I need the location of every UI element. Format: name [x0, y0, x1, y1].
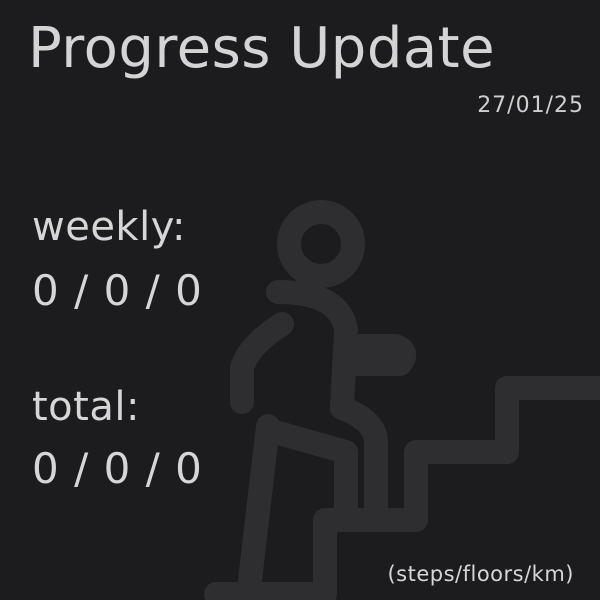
page-title: Progress Update — [28, 16, 496, 81]
total-label: total: — [32, 384, 140, 430]
figure-back-leg — [238, 414, 280, 592]
weekly-value: 0 / 0 / 0 — [32, 266, 203, 315]
figure-head — [277, 200, 365, 288]
figure-right-arm — [344, 334, 417, 376]
total-value: 0 / 0 / 0 — [32, 444, 203, 493]
progress-card: Progress Update 27/01/25 weekly: 0 / 0 /… — [0, 0, 600, 600]
units-caption: (steps/floors/km) — [387, 562, 574, 586]
date-label: 27/01/25 — [477, 93, 584, 118]
figure-left-arm — [230, 312, 294, 414]
weekly-label: weekly: — [32, 204, 186, 250]
figure-front-leg — [256, 418, 358, 528]
